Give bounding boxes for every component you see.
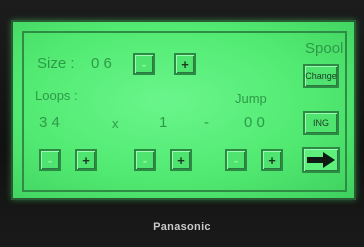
- jump-label: Jump: [235, 91, 267, 106]
- loops-value: 3 4: [39, 114, 60, 131]
- size-minus-button[interactable]: -: [133, 53, 155, 75]
- loops-plus-button[interactable]: +: [75, 149, 97, 171]
- multiplier-value: 1: [159, 114, 168, 131]
- size-plus-button[interactable]: +: [174, 53, 196, 75]
- ing-button[interactable]: ING: [303, 111, 339, 135]
- size-value: 0 6: [91, 55, 112, 72]
- size-label: Size :: [37, 55, 75, 72]
- jump-plus-button[interactable]: +: [261, 149, 283, 171]
- spool-title: Spool: [305, 40, 344, 57]
- loops-label: Loops :: [35, 88, 78, 103]
- arrow-right-icon: [307, 152, 335, 168]
- touch-screen: Size : 0 6 - + Spool Change Loops : Jump…: [11, 20, 356, 200]
- multiplier-plus-button[interactable]: +: [170, 149, 192, 171]
- jump-value: 0 0: [244, 114, 265, 131]
- loops-minus-button[interactable]: -: [39, 149, 61, 171]
- multiplier-minus-button[interactable]: -: [134, 149, 156, 171]
- next-button[interactable]: [302, 147, 340, 173]
- brand-logo: Panasonic: [153, 221, 211, 233]
- dash-symbol: -: [204, 114, 209, 131]
- jump-minus-button[interactable]: -: [225, 149, 247, 171]
- change-button[interactable]: Change: [303, 64, 339, 88]
- times-symbol: x: [112, 116, 119, 131]
